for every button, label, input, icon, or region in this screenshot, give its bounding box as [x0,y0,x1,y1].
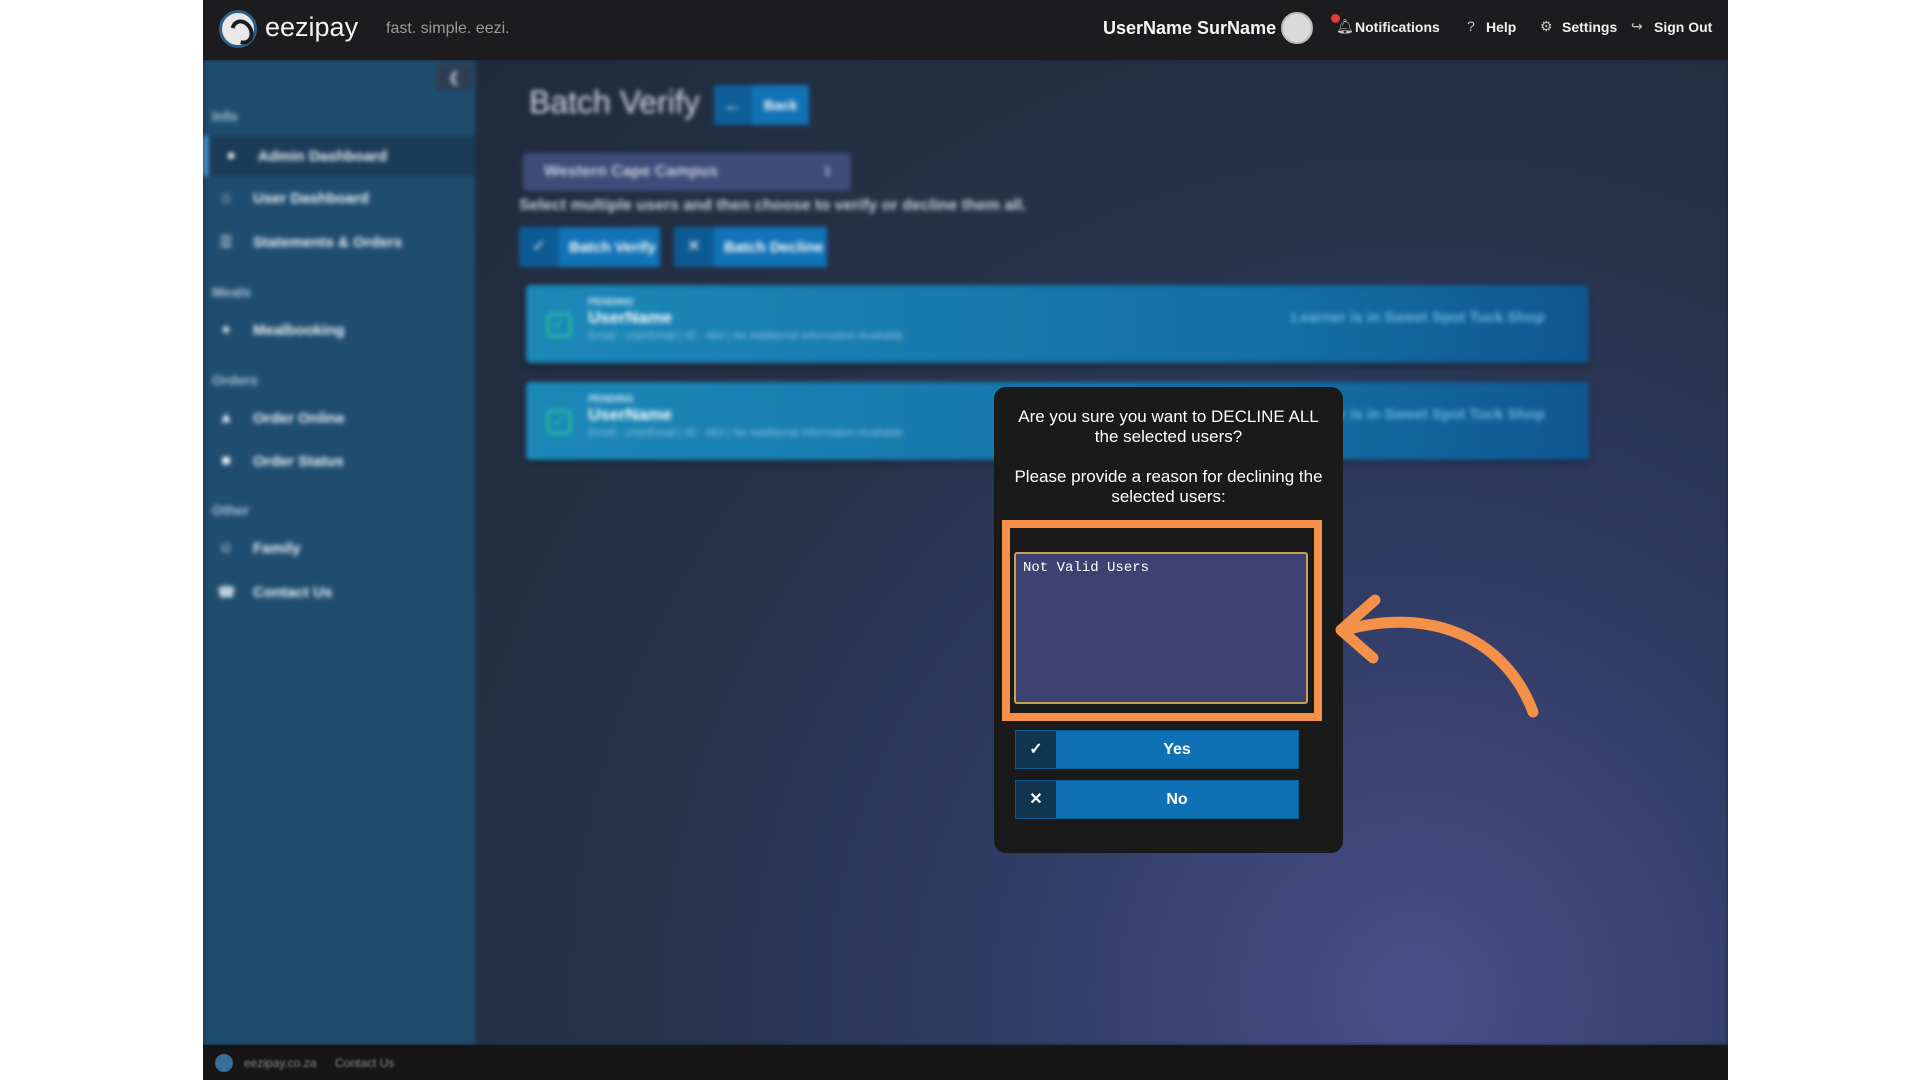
sidebar-section-info: Info [212,108,238,124]
sidebar-collapse-button[interactable]: ❮ [436,64,472,90]
batch-decline-button[interactable]: ✕ Batch Decline [674,227,827,267]
sidebar-item-label: Admin Dashboard [258,148,388,165]
brand-tagline: fast. simple. eezi. [386,20,510,37]
sidebar-item-order-status[interactable]: ■ Order Status [203,441,475,481]
sidebar-item-label: User Dashboard [253,190,369,207]
sidebar-section-meals: Meals [212,284,251,300]
user-meta: Email - UserEmail | ID - 484 | No Additi… [588,330,903,342]
sidebar-item-family[interactable]: ☺ Family [203,528,475,568]
arrow-left-icon: ← [714,85,752,125]
eezipay-small-logo-icon [215,1054,233,1072]
user-meta: Email - UserEmail | ID - 483 | No Additi… [588,427,903,439]
sidebar-item-statements-orders[interactable]: ☰ Statements & Orders [203,222,475,262]
sidebar-item-contact-us[interactable]: ☎ Contact Us [203,572,475,612]
check-icon: ✓ [519,227,559,267]
user-card[interactable]: ✓ PENDING UserName Email - UserEmail | I… [526,285,1589,363]
back-button-label: Back [764,97,798,113]
sidebar-item-label: Order Status [253,453,344,470]
user-name: UserName [588,308,673,327]
decline-reason-input[interactable] [1014,552,1308,704]
user-status: PENDING [588,394,634,405]
bell-icon[interactable]: 🔔︎ [1336,18,1354,35]
brand-name[interactable]: eezipay [265,12,358,43]
user-status: PENDING [588,297,634,308]
sidebar-item-admin-dashboard[interactable]: ● Admin Dashboard [203,136,475,176]
notifications-link[interactable]: Notifications [1355,19,1440,35]
cutlery-icon: ✦ [219,322,233,339]
sidebar-item-mealbooking[interactable]: ✦ Mealbooking [203,310,475,350]
batch-verify-label: Batch Verify [569,239,656,256]
sidebar-item-order-online[interactable]: ▲ Order Online [203,398,475,438]
basket-icon: ▲ [218,409,234,426]
sidebar-item-user-dashboard[interactable]: ⌂ User Dashboard [203,178,475,218]
batch-decline-label: Batch Decline [724,239,824,256]
dialog-question: Are you sure you want to DECLINE ALL the… [1018,407,1319,446]
footer-contact-link[interactable]: Contact Us [335,1056,394,1070]
sidebar-section-other: Other [212,502,250,518]
chevron-updown-icon: ⇕ [822,164,833,179]
family-icon: ☺ [218,539,234,556]
help-link[interactable]: Help [1486,19,1516,35]
page-title: Batch Verify [529,84,700,120]
sign-out-icon[interactable]: ↪ [1631,18,1643,35]
settings-link[interactable]: Settings [1562,19,1617,35]
instructions-text: Select multiple users and then choose to… [519,197,1027,214]
current-user-name[interactable]: UserName SurName [1103,18,1276,39]
batch-verify-button[interactable]: ✓ Batch Verify [519,227,660,267]
no-button[interactable]: ✕ No [1015,780,1299,819]
sidebar-item-label: Mealbooking [253,322,345,339]
user-name: UserName [588,405,673,424]
user-location: Learner is in Sweet Spot Tuck Shop [1291,309,1545,326]
campus-select[interactable]: Western Cape Campus ⇕ [523,153,851,191]
gear-icon[interactable]: ⚙ [1540,18,1553,35]
app-window: eezipay fast. simple. eezi. UserName Sur… [203,0,1728,1080]
close-icon: ✕ [674,227,714,267]
bag-icon: ■ [221,452,231,469]
checkbox-checked-icon[interactable]: ✓ [547,410,571,434]
yes-button-label: Yes [1163,741,1191,758]
background-app: ❮ Info ● Admin Dashboard ⌂ User Dashboar… [203,60,1728,1045]
sidebar-item-label: Order Online [253,410,345,427]
annotation-arrow-icon [1335,594,1539,718]
top-bar: eezipay fast. simple. eezi. UserName Sur… [203,0,1728,60]
yes-button[interactable]: ✓ Yes [1015,730,1299,769]
campus-select-value: Western Cape Campus [544,163,718,180]
footer-site-link[interactable]: eezipay.co.za [244,1056,317,1070]
home-icon: ⌂ [221,189,231,206]
list-icon: ☰ [219,234,233,251]
checkbox-checked-icon[interactable]: ✓ [547,313,571,337]
no-button-label: No [1166,791,1188,808]
close-icon: ✕ [1016,781,1056,818]
dialog-prompt: Please provide a reason for declining th… [1014,467,1323,506]
check-icon: ✓ [1016,731,1056,768]
sign-out-link[interactable]: Sign Out [1654,19,1712,35]
sidebar-item-label: Statements & Orders [253,234,403,251]
dashboard-icon: ● [226,147,236,164]
sidebar-section-orders: Orders [212,372,258,388]
footer: eezipay.co.za Contact Us [203,1045,1728,1080]
sidebar: ❮ Info ● Admin Dashboard ⌂ User Dashboar… [203,60,475,1045]
back-button[interactable]: ← Back [714,85,809,125]
avatar[interactable] [1281,12,1313,44]
question-icon[interactable]: ? [1467,18,1475,34]
sidebar-item-label: Family [253,540,301,557]
phone-icon: ☎ [217,584,236,601]
eezipay-logo-icon[interactable] [219,10,257,48]
sidebar-item-label: Contact Us [253,584,333,601]
decline-confirm-dialog: Are you sure you want to DECLINE ALL the… [994,387,1343,853]
